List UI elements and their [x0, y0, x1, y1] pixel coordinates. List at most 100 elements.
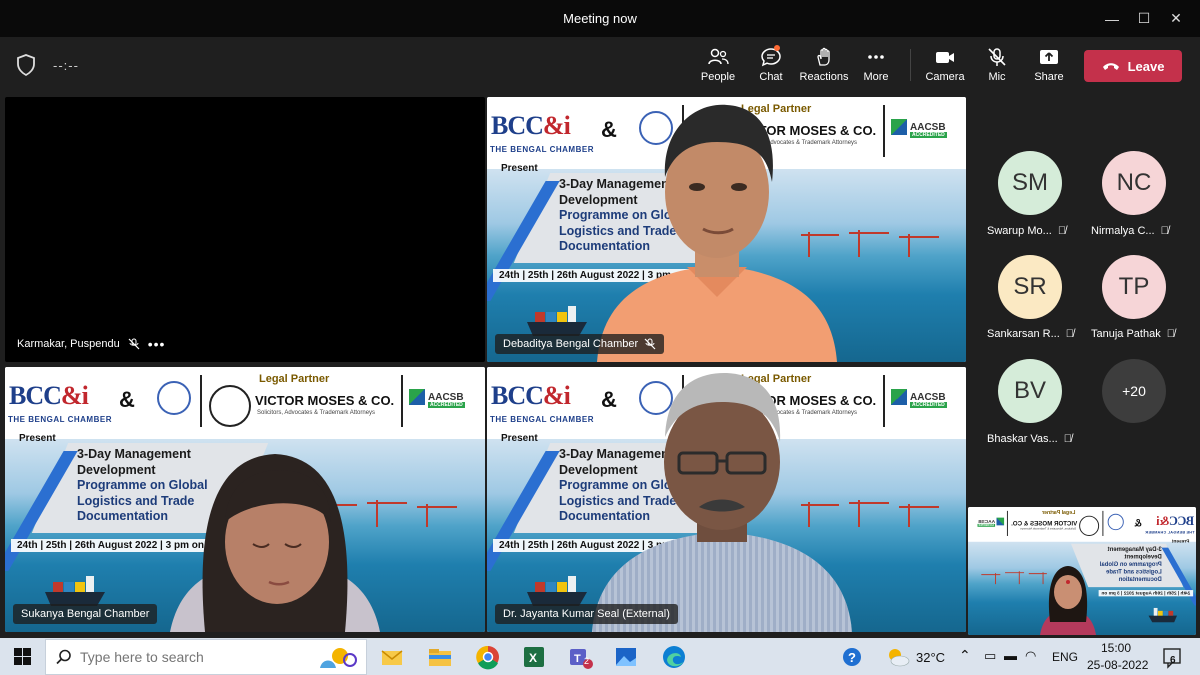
chat-unread-dot	[774, 45, 780, 51]
more-button[interactable]: More	[848, 45, 904, 89]
more-participants-button[interactable]: +20	[1102, 359, 1166, 423]
participant-name-tag: Dr. Jayanta Kumar Seal (External)	[495, 604, 678, 624]
svg-text:T: T	[574, 653, 581, 665]
participant-name: Sukanya Bengal Chamber	[21, 608, 150, 620]
windows-start-icon[interactable]	[14, 648, 31, 665]
clock-time[interactable]: 15:00	[1101, 641, 1131, 655]
display-icon[interactable]: ▭	[984, 648, 996, 664]
bcc-logo: BCC&i	[9, 381, 89, 410]
clock-date[interactable]: 25-08-2022	[1087, 658, 1148, 672]
slide-ampersand: &	[1134, 516, 1142, 529]
video-tile-karmakar[interactable]: Karmakar, Puspendu •••	[5, 97, 485, 362]
help-icon[interactable]: ?	[838, 643, 866, 671]
photos-icon[interactable]	[612, 643, 640, 671]
participant-name: Karmakar, Puspendu	[17, 338, 120, 350]
taskbar-search[interactable]	[45, 639, 367, 675]
legal-partner-label: Legal Partner	[1041, 509, 1076, 516]
bcc-logo: BCC&i	[1156, 513, 1195, 528]
search-input[interactable]	[80, 649, 310, 665]
header-divider	[883, 375, 885, 427]
participant-name-tag: Sukanya Bengal Chamber	[13, 604, 158, 624]
slide-present-label: Present	[19, 433, 56, 444]
avatar-initials: SR	[1013, 273, 1047, 300]
leave-button[interactable]: Leave	[1084, 50, 1182, 82]
mic-button[interactable]: Mic	[969, 45, 1025, 89]
bcc-logo-subtitle: THE BENGAL CHAMBER	[490, 145, 594, 154]
slide-title: 3-Day Management Development Programme o…	[1099, 545, 1162, 583]
participant-name: Tanuja Pathak	[1091, 328, 1161, 340]
participant-name: Debaditya Bengal Chamber	[503, 338, 639, 350]
shield-icon[interactable]	[16, 54, 36, 76]
avatar-initials: TP	[1118, 273, 1150, 300]
participant-avatar[interactable]: SM	[998, 151, 1062, 215]
aacsb-logo: AACSB ACCREDITED	[977, 517, 1005, 527]
slide-ship-image	[45, 576, 105, 606]
slide-ship-image	[1148, 607, 1177, 623]
language-indicator[interactable]: ENG	[1052, 650, 1078, 664]
header-divider	[1102, 510, 1104, 536]
svg-text:X: X	[529, 651, 537, 665]
windows-taskbar: X T 2 ? 32°C ⌃ ▭ ▬ ◠ ENG 15:00 25-08-202…	[0, 638, 1200, 675]
chevron-up-icon[interactable]: ⌃	[959, 647, 971, 664]
reactions-label: Reactions	[799, 71, 849, 83]
slide-present-label: Present	[501, 433, 538, 444]
chrome-icon[interactable]	[474, 643, 502, 671]
mic-off-icon: 🎙̸	[1160, 225, 1169, 237]
weather-temperature: 32°C	[916, 650, 946, 665]
self-preview-video[interactable]: BCC&i THE BENGAL CHAMBER & Legal Partner…	[968, 507, 1196, 635]
participant-video-person	[597, 104, 837, 362]
close-button[interactable]: ✕	[1154, 0, 1198, 37]
meeting-toolbar: --:-- People Chat Reactions More Camera …	[0, 37, 1200, 93]
more-options-icon[interactable]: •••	[148, 336, 166, 352]
slide-cranes-image	[981, 571, 1047, 585]
weather-icon[interactable]	[884, 643, 912, 671]
share-button[interactable]: Share	[1021, 45, 1077, 89]
people-icon	[708, 48, 729, 65]
video-tile-debaditya[interactable]: BCC&i THE BENGAL CHAMBER & Legal Partner…	[487, 97, 966, 362]
participant-label: Sankarsan R... 🎙̸	[987, 328, 1074, 340]
file-explorer-icon[interactable]	[426, 643, 454, 671]
participant-avatar[interactable]: NC	[1102, 151, 1166, 215]
aacsb-mark-icon	[891, 389, 907, 405]
aacsb-mark-icon	[409, 389, 425, 405]
mic-off-icon: 🎙̸	[1057, 225, 1067, 237]
search-icon	[56, 649, 71, 665]
aacsb-mark-icon	[996, 517, 1005, 526]
battery-icon[interactable]: ▬	[1004, 648, 1017, 663]
mic-off-icon	[988, 48, 1006, 66]
video-tile-jayanta[interactable]: BCC&i THE BENGAL CHAMBER & Legal Partner…	[487, 367, 966, 632]
chat-label: Chat	[759, 71, 783, 83]
mic-off-icon	[128, 338, 140, 350]
participant-avatar[interactable]: SR	[998, 255, 1062, 319]
participant-name: Dr. Jayanta Kumar Seal (External)	[503, 608, 670, 620]
bcc-logo-subtitle: THE BENGAL CHAMBER	[490, 415, 594, 424]
aacsb-logo: AACSB ACCREDITED	[409, 389, 465, 408]
participant-name: Nirmalya C...	[1091, 225, 1155, 237]
people-button[interactable]: People	[690, 45, 746, 89]
search-highlight-icon	[320, 648, 357, 668]
camera-button[interactable]: Camera	[917, 45, 973, 89]
participant-avatar[interactable]: BV	[998, 359, 1062, 423]
wifi-icon[interactable]: ◠	[1025, 648, 1036, 664]
participant-video-person	[592, 372, 852, 632]
slide-present-label: Present	[1171, 538, 1190, 545]
mail-app-icon[interactable]	[378, 643, 406, 671]
excel-icon[interactable]: X	[520, 643, 548, 671]
participant-avatar[interactable]: TP	[1102, 255, 1166, 319]
teams-icon[interactable]: T	[566, 643, 594, 671]
participant-name: Bhaskar Vas...	[987, 433, 1058, 445]
mic-label: Mic	[988, 71, 1006, 83]
slide-present-label: Present	[501, 163, 538, 174]
slide-header: BCC&i THE BENGAL CHAMBER & Legal Partner…	[5, 367, 485, 433]
video-tile-sukanya[interactable]: BCC&i THE BENGAL CHAMBER & Legal Partner…	[5, 367, 485, 632]
victor-moses-seal-icon	[209, 385, 251, 427]
meeting-timer: --:--	[53, 58, 79, 73]
reactions-button[interactable]: Reactions	[796, 45, 852, 89]
more-label: More	[863, 71, 889, 83]
camera-icon	[936, 52, 954, 63]
participant-name-tag: Karmakar, Puspendu •••	[17, 336, 165, 352]
victor-moses-seal-icon	[1079, 515, 1100, 536]
chat-button[interactable]: Chat	[743, 45, 799, 89]
svg-text:?: ?	[848, 650, 856, 665]
edge-icon[interactable]	[660, 643, 688, 671]
